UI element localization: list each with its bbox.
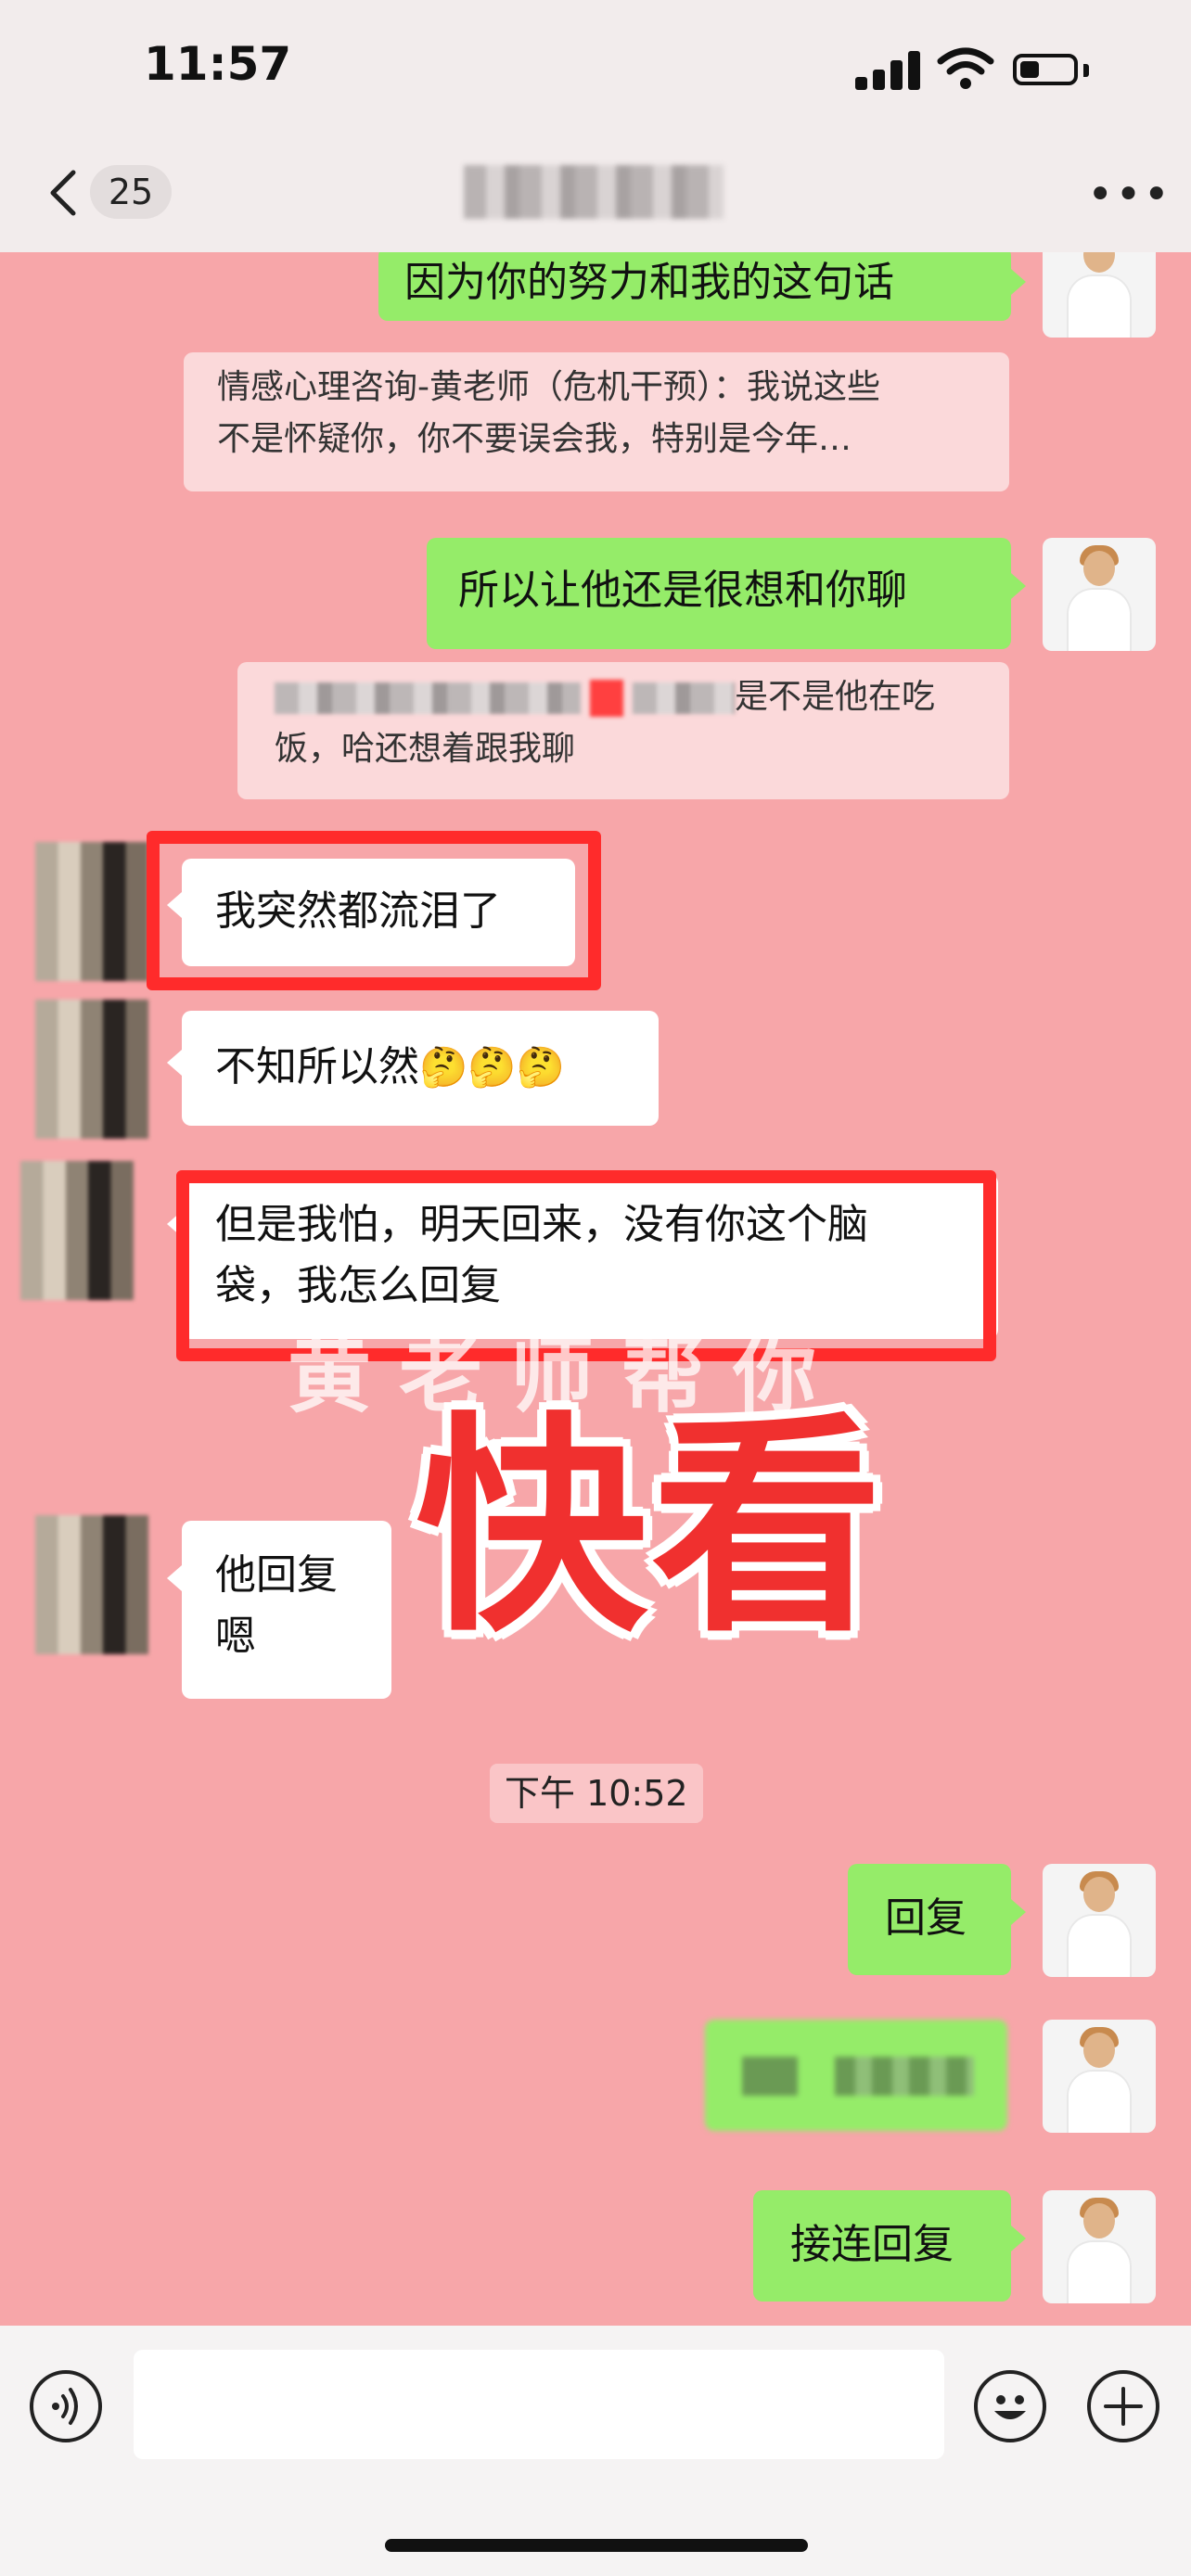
contact-avatar[interactable] bbox=[35, 842, 148, 981]
my-avatar[interactable] bbox=[1043, 2190, 1156, 2303]
battery-tip bbox=[1083, 64, 1089, 77]
message-input[interactable] bbox=[134, 2350, 944, 2459]
back-chevron-icon[interactable] bbox=[42, 165, 88, 221]
cellular-signal-icon bbox=[855, 51, 922, 90]
quoted-message[interactable]: 情感心理咨询-黄老师（危机干预）：我说这些 不是怀疑你，你不要误会我，特别是今年… bbox=[184, 352, 1009, 491]
my-avatar[interactable] bbox=[1043, 2020, 1156, 2133]
message-bubble-sent[interactable]: 接连回复 bbox=[753, 2190, 1011, 2302]
quote-line: 不是怀疑你，你不要误会我，特别是今年… bbox=[217, 420, 852, 458]
chat-title-redacted bbox=[464, 165, 724, 219]
message-line: 他回复 bbox=[215, 1551, 338, 1599]
message-bubble-received[interactable]: 他回复 嗯 bbox=[182, 1521, 391, 1699]
emoji-button[interactable] bbox=[974, 2370, 1046, 2442]
contact-avatar[interactable] bbox=[35, 1000, 148, 1139]
message-bubble-sent[interactable]: 所以让他还是很想和你聊 bbox=[427, 538, 1011, 649]
plus-icon bbox=[1104, 2387, 1143, 2426]
status-time: 11:57 bbox=[144, 37, 292, 91]
quoted-message[interactable]: 是不是他在吃 饭，哈还想着跟我聊 bbox=[237, 662, 1009, 799]
message-bubble-sent[interactable]: 因为你的努力和我的这句话 bbox=[378, 252, 1011, 321]
chat-timestamp: 下午 10:52 bbox=[490, 1764, 703, 1823]
message-line: 嗯 bbox=[215, 1613, 256, 1660]
unread-count-badge[interactable]: 25 bbox=[90, 165, 172, 219]
contact-avatar[interactable] bbox=[35, 1515, 148, 1654]
message-text: 回复 bbox=[885, 1894, 967, 1942]
smiley-icon bbox=[994, 2395, 1026, 2419]
message-bubble-received[interactable]: 不知所以然🤔🤔🤔 bbox=[182, 1011, 659, 1126]
voice-wave-icon bbox=[52, 2388, 78, 2425]
message-text: 不知所以然 bbox=[215, 1043, 419, 1090]
message-text: 因为你的努力和我的这句话 bbox=[404, 259, 894, 306]
chat-area[interactable]: 因为你的努力和我的这句话 情感心理咨询-黄老师（危机干预）：我说这些 不是怀疑你… bbox=[0, 252, 1191, 2326]
message-text: 接连回复 bbox=[790, 2221, 954, 2268]
highlight-frame bbox=[147, 831, 601, 990]
quote-line: 饭，哈还想着跟我聊 bbox=[275, 730, 576, 768]
home-indicator bbox=[385, 2539, 808, 2552]
quote-line: 情感心理咨询-黄老师（危机干预）：我说这些 bbox=[217, 368, 880, 406]
message-bubble-sent[interactable]: 回复 bbox=[848, 1864, 1011, 1975]
my-avatar[interactable] bbox=[1043, 538, 1156, 651]
thinking-emoji-icon: 🤔🤔🤔 bbox=[419, 1044, 565, 1090]
more-functions-button[interactable] bbox=[1087, 2370, 1159, 2442]
message-text: 所以让他还是很想和你聊 bbox=[458, 567, 907, 614]
contact-avatar[interactable] bbox=[20, 1161, 134, 1300]
my-avatar[interactable] bbox=[1043, 252, 1156, 338]
wifi-icon bbox=[937, 47, 994, 89]
overlay-headline: 快看 bbox=[416, 1393, 887, 1663]
redacted-message-bubble[interactable] bbox=[705, 2020, 1007, 2131]
redacted-text bbox=[275, 682, 581, 714]
redacted-text bbox=[633, 682, 735, 714]
my-avatar[interactable] bbox=[1043, 1864, 1156, 1977]
battery-icon bbox=[1013, 54, 1078, 85]
more-options-icon[interactable]: ••• bbox=[1087, 172, 1172, 217]
redacted-emoji bbox=[590, 680, 623, 717]
voice-input-button[interactable] bbox=[30, 2370, 102, 2442]
quote-line: 是不是他在吃 bbox=[735, 678, 936, 716]
